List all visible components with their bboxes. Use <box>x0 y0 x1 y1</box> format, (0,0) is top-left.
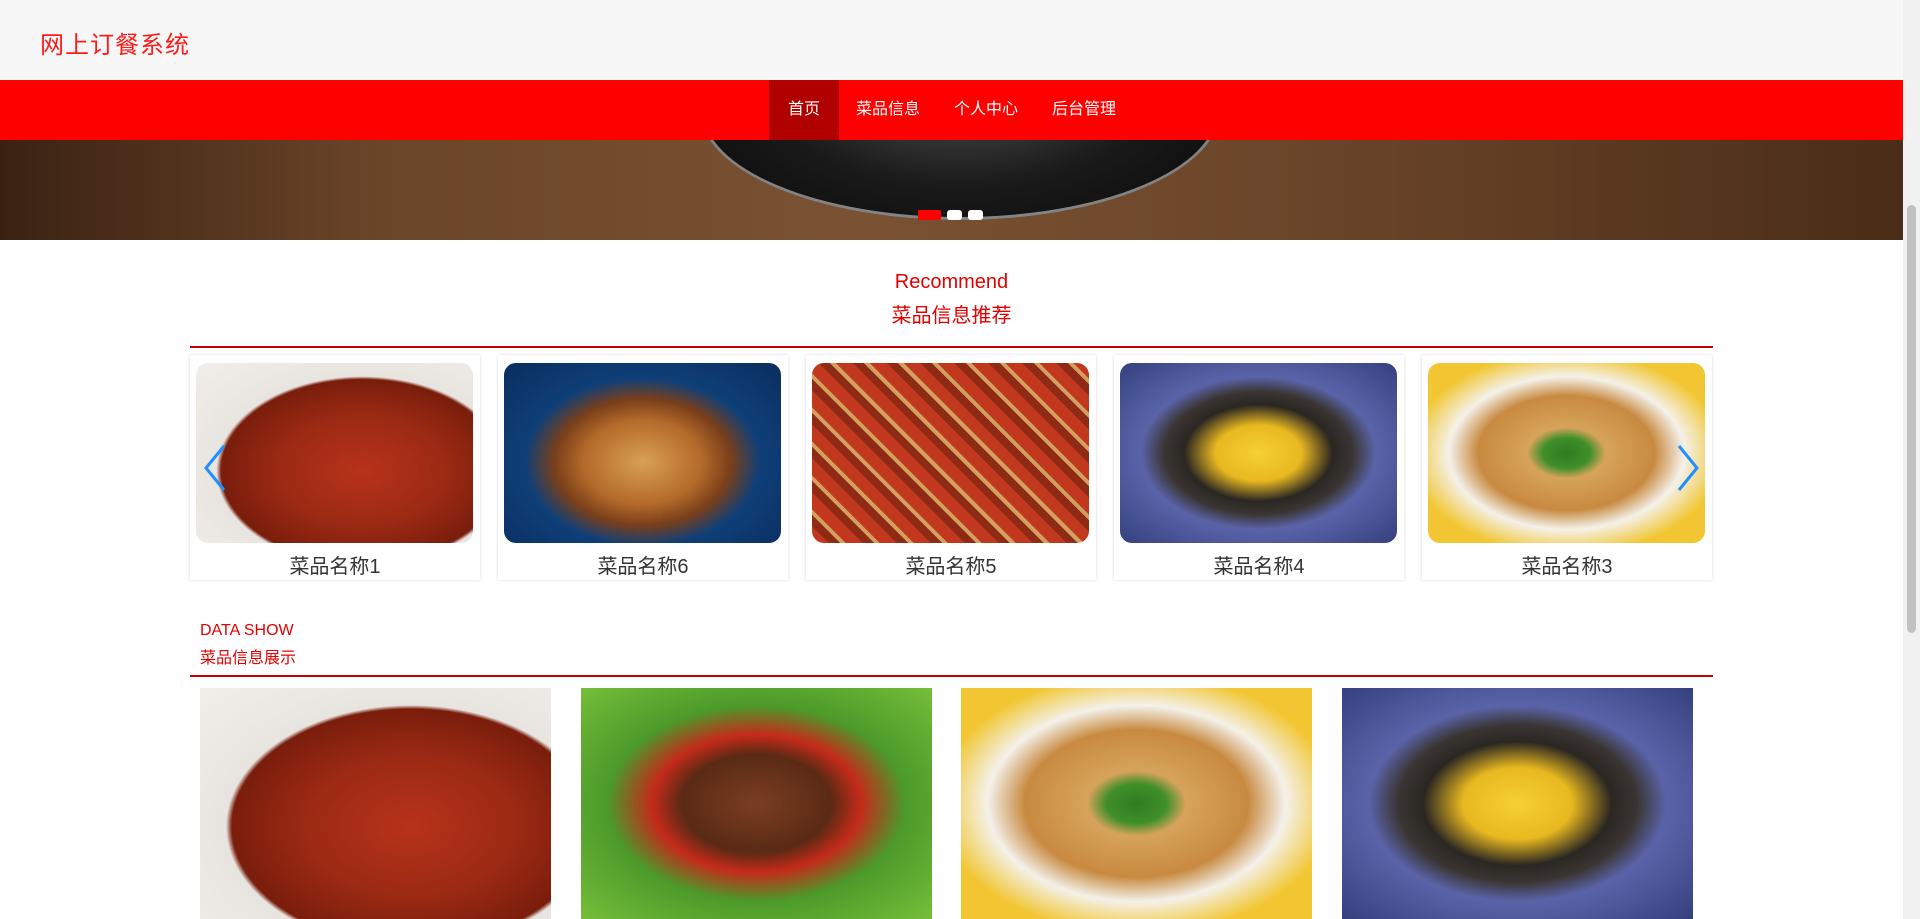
main-nav: 首页 菜品信息 个人中心 后台管理 <box>0 80 1903 140</box>
dish-name[interactable]: 菜品名称5 <box>806 550 1096 579</box>
showcase-dish-image[interactable] <box>200 688 551 919</box>
dish-card[interactable]: 菜品名称6 <box>498 355 788 580</box>
header-bar: 网上订餐系统 <box>0 0 1903 80</box>
nav-item-dish-info[interactable]: 菜品信息 <box>839 80 937 140</box>
showcase-title-en: DATA SHOW <box>200 622 294 639</box>
recommend-title-en: Recommend <box>894 271 1009 293</box>
dish-image[interactable] <box>1120 363 1397 543</box>
carousel-prev-arrow-icon[interactable] <box>200 438 230 498</box>
nav-list: 首页 菜品信息 个人中心 后台管理 <box>769 80 1133 140</box>
nav-item-personal-center[interactable]: 个人中心 <box>937 80 1035 140</box>
showcase-title-cn: 菜品信息展示 <box>200 650 297 667</box>
showcase-dish-image[interactable] <box>581 688 932 919</box>
dish-image[interactable] <box>196 363 473 543</box>
banner-indicator-1[interactable] <box>918 210 941 220</box>
dish-image[interactable] <box>1428 363 1705 543</box>
recommend-carousel: 菜品名称1 菜品名称6 菜品名称5 菜品名称4 菜品名称3 <box>190 355 1713 580</box>
page-scrollbar[interactable] <box>1903 0 1920 919</box>
showcase-divider <box>190 675 1713 677</box>
dish-name[interactable]: 菜品名称1 <box>190 550 480 579</box>
recommend-divider <box>190 346 1713 348</box>
nav-item-home[interactable]: 首页 <box>769 80 840 140</box>
nav-item-admin[interactable]: 后台管理 <box>1035 80 1133 140</box>
banner-indicator-3[interactable] <box>968 210 983 220</box>
banner-image-rim <box>700 140 1220 220</box>
carousel-next-arrow-icon[interactable] <box>1673 438 1703 498</box>
showcase-dish-image[interactable] <box>1342 688 1693 919</box>
dish-card[interactable]: 菜品名称3 <box>1422 355 1712 580</box>
dish-name[interactable]: 菜品名称3 <box>1422 550 1712 579</box>
site-title[interactable]: 网上订餐系统 <box>40 25 190 60</box>
banner-carousel <box>0 140 1903 240</box>
showcase-dish-image[interactable] <box>961 688 1312 919</box>
banner-indicator-2[interactable] <box>947 210 962 220</box>
dish-name[interactable]: 菜品名称6 <box>498 550 788 579</box>
dish-name[interactable]: 菜品名称4 <box>1114 550 1404 579</box>
banner-indicators <box>918 210 983 220</box>
dish-image[interactable] <box>812 363 1089 543</box>
recommend-title-cn: 菜品信息推荐 <box>891 305 1012 327</box>
dish-card[interactable]: 菜品名称5 <box>806 355 1096 580</box>
dish-card[interactable]: 菜品名称4 <box>1114 355 1404 580</box>
scrollbar-thumb[interactable] <box>1907 205 1916 633</box>
dish-card[interactable]: 菜品名称1 <box>190 355 480 580</box>
dish-image[interactable] <box>504 363 781 543</box>
